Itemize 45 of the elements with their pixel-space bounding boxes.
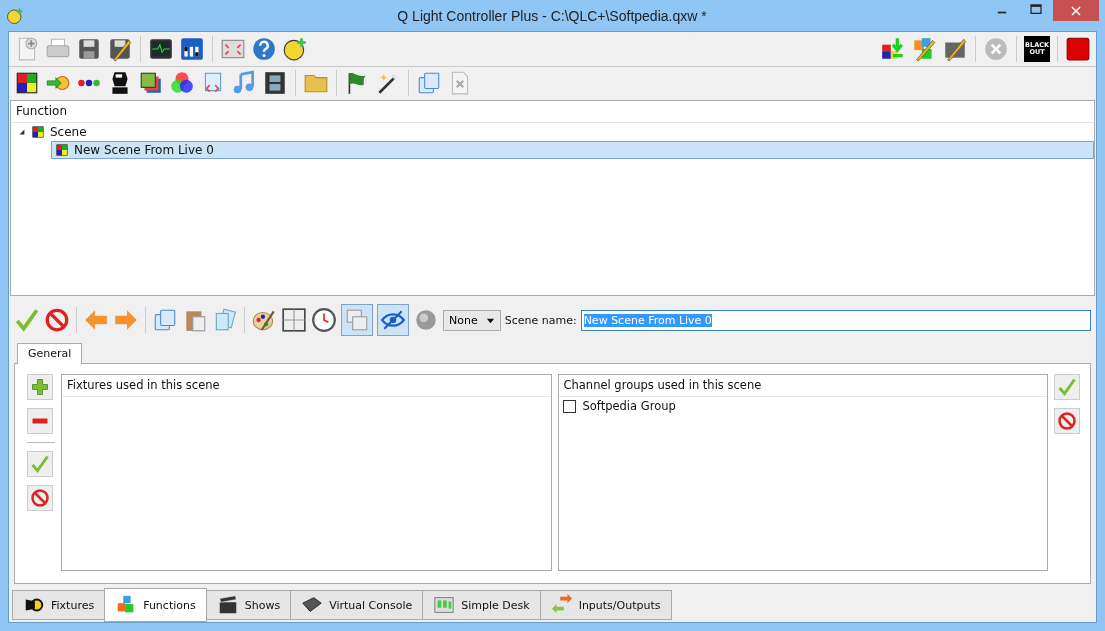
clapperboard-icon — [216, 594, 239, 616]
grid-download-icon[interactable] — [880, 35, 906, 62]
check-icon[interactable] — [27, 451, 53, 478]
minus-icon[interactable] — [27, 408, 53, 435]
shapes-pencil-icon[interactable] — [911, 35, 937, 62]
faders-icon — [433, 594, 456, 616]
tree-item-label: Scene — [50, 124, 87, 139]
bottom-tab[interactable]: Fixtures — [12, 590, 106, 620]
column-header[interactable]: Channel groups used in this scene — [558, 375, 1047, 398]
expand-arrow-icon[interactable] — [18, 127, 26, 136]
scene-icon — [55, 142, 69, 157]
tree-item-label: New Scene From Live 0 — [74, 142, 214, 157]
scene-name-label: Scene name: — [504, 313, 577, 327]
scene-icon — [31, 124, 45, 139]
crossed-eye-icon[interactable] — [377, 304, 409, 337]
no-entry-icon[interactable] — [27, 485, 53, 512]
no-entry-icon[interactable] — [1054, 408, 1080, 435]
stop-square-icon[interactable] — [1065, 35, 1091, 62]
column-header[interactable]: Function — [11, 100, 1094, 123]
editor-tab[interactable]: General — [17, 343, 83, 365]
film-strip-icon[interactable] — [262, 70, 288, 97]
tree-item[interactable]: New Scene From Live 0 — [51, 140, 1094, 159]
bottom-tab[interactable]: Simple Desk — [422, 590, 541, 620]
plus-icon[interactable] — [27, 374, 53, 401]
check-icon[interactable] — [14, 307, 40, 334]
group-label: Softpedia Group — [582, 399, 676, 414]
fade-dropdown[interactable]: None — [443, 309, 501, 331]
grid-icon[interactable] — [281, 307, 307, 334]
close-icon — [1069, 3, 1083, 18]
checkbox[interactable] — [562, 399, 576, 413]
clock-icon[interactable] — [311, 307, 337, 334]
no-entry-icon[interactable] — [44, 307, 70, 334]
bottom-tab[interactable]: Inputs/Outputs — [539, 590, 672, 620]
tree-item[interactable]: Scene — [11, 122, 1094, 141]
window-title: Q Light Controller Plus - C:\QLC+\Softpedia.qxw * — [396, 7, 708, 24]
bulb-logo-icon — [6, 6, 24, 25]
bulb-logo-icon[interactable] — [282, 35, 308, 62]
dip-switch-icon[interactable] — [179, 35, 205, 62]
bottom-tab[interactable]: Virtual Console — [290, 590, 424, 620]
check-icon[interactable] — [1054, 374, 1080, 401]
help-icon[interactable] — [251, 35, 277, 62]
column-header[interactable]: Fixtures used in this scene — [62, 375, 551, 398]
swap-arrows-icon — [550, 594, 573, 616]
bottom-tab[interactable]: Shows — [205, 590, 292, 620]
bottom-tab[interactable]: Functions — [104, 588, 207, 622]
